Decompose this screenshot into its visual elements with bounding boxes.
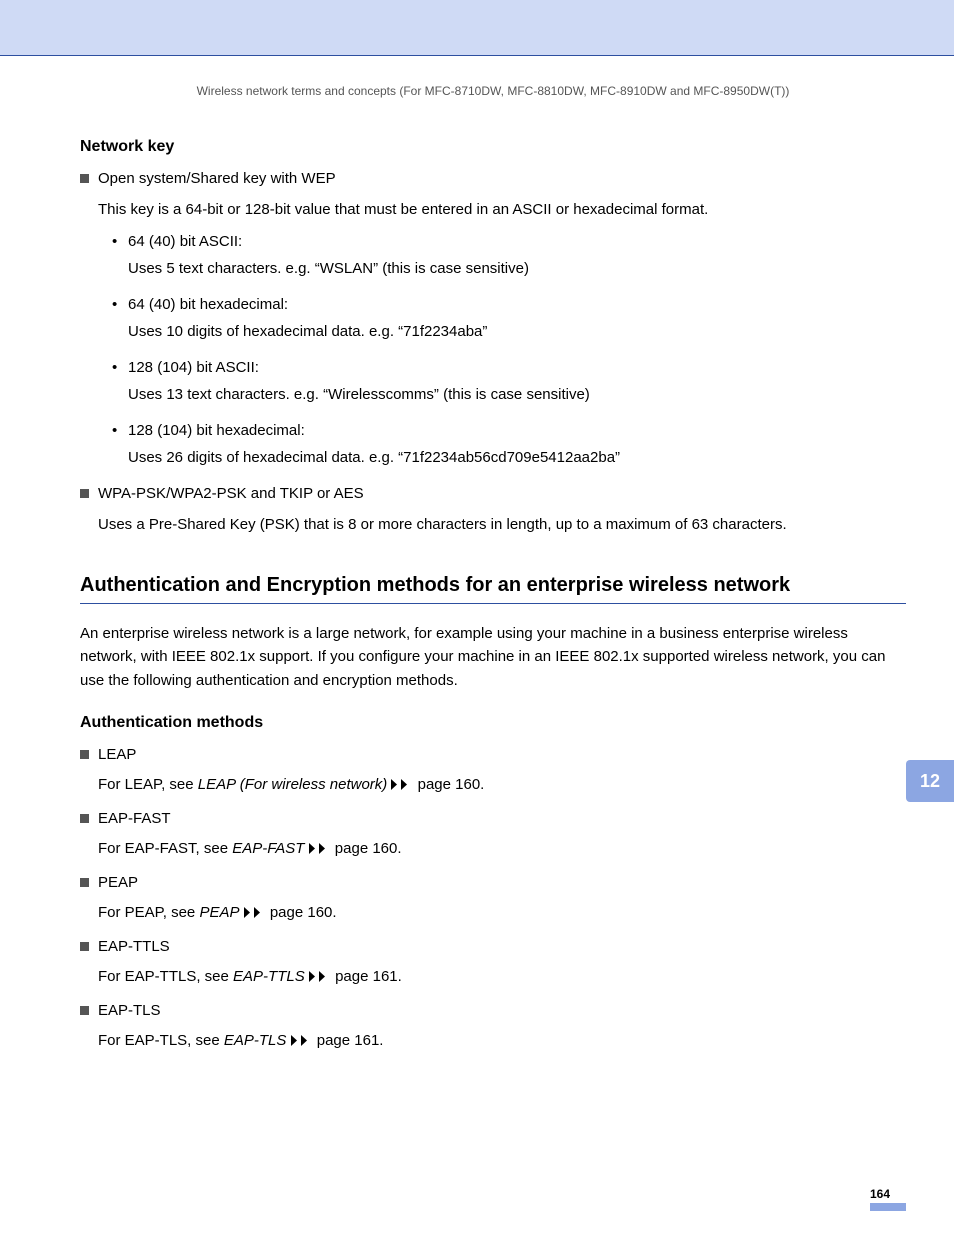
method-peap-pre: For PEAP, see <box>98 904 199 921</box>
method-eaptls-link[interactable]: EAP-TLS <box>224 1032 287 1049</box>
method-eapttls-pre: For EAP-TTLS, see <box>98 968 233 985</box>
method-peap-body: For PEAP, see PEAP page 160. <box>98 902 906 926</box>
top-banner <box>0 0 954 56</box>
page-number: 164 <box>870 1187 906 1201</box>
sub-64-hex-body: Uses 10 digits of hexadecimal data. e.g.… <box>128 321 906 344</box>
chapter-tab[interactable]: 12 <box>906 760 954 802</box>
crossref-arrows-icon <box>291 1031 313 1054</box>
method-eaptls-body: For EAP-TLS, see EAP-TLS page 161. <box>98 1030 906 1054</box>
running-header: Wireless network terms and concepts (For… <box>80 84 906 98</box>
method-peap-link[interactable]: PEAP <box>199 904 239 921</box>
page-number-bar <box>870 1203 906 1211</box>
crossref-arrows-icon <box>391 775 413 798</box>
sub-64-ascii-label: 64 (40) bit ASCII: <box>112 231 906 254</box>
sub-128-hex-body: Uses 26 digits of hexadecimal data. e.g.… <box>128 447 906 470</box>
sub-128-ascii-label: 128 (104) bit ASCII: <box>112 357 906 380</box>
bullet-open-system: Open system/Shared key with WEP <box>80 168 906 191</box>
method-leap-name: LEAP <box>80 744 906 767</box>
sub-64-ascii-body: Uses 5 text characters. e.g. “WSLAN” (th… <box>128 258 906 281</box>
sub-128-ascii-body: Uses 13 text characters. e.g. “Wirelessc… <box>128 384 906 407</box>
method-eapfast-page: page 160. <box>331 840 402 857</box>
bullet-wpa-psk: WPA-PSK/WPA2-PSK and TKIP or AES <box>80 483 906 506</box>
sub-128-hex-label: 128 (104) bit hexadecimal: <box>112 420 906 443</box>
method-leap-pre: For LEAP, see <box>98 776 198 793</box>
crossref-arrows-icon <box>309 839 331 862</box>
method-eapttls-body: For EAP-TTLS, see EAP-TTLS page 161. <box>98 966 906 990</box>
method-leap-page: page 160. <box>413 776 484 793</box>
method-peap-name: PEAP <box>80 872 906 895</box>
heading-enterprise: Authentication and Encryption methods fo… <box>80 574 906 597</box>
wpa-psk-body: Uses a Pre-Shared Key (PSK) that is 8 or… <box>98 514 906 537</box>
method-eapfast-link[interactable]: EAP-FAST <box>232 840 304 857</box>
method-peap-page: page 160. <box>266 904 337 921</box>
method-eapttls-link[interactable]: EAP-TTLS <box>233 968 305 985</box>
sub-64-hex-label: 64 (40) bit hexadecimal: <box>112 294 906 317</box>
crossref-arrows-icon <box>309 967 331 990</box>
crossref-arrows-icon <box>244 903 266 926</box>
method-eapttls-name: EAP-TTLS <box>80 936 906 959</box>
heading-rule <box>80 603 906 604</box>
method-leap-body: For LEAP, see LEAP (For wireless network… <box>98 774 906 798</box>
heading-network-key: Network key <box>80 138 906 156</box>
method-eapfast-name: EAP-FAST <box>80 808 906 831</box>
page-body: Wireless network terms and concepts (For… <box>0 56 954 1054</box>
open-system-intro: This key is a 64-bit or 128-bit value th… <box>98 199 906 222</box>
page-number-wrap: 164 <box>870 1187 906 1211</box>
method-eaptls-page: page 161. <box>313 1032 384 1049</box>
enterprise-intro: An enterprise wireless network is a larg… <box>80 622 906 692</box>
heading-auth-methods: Authentication methods <box>80 714 906 732</box>
method-eaptls-pre: For EAP-TLS, see <box>98 1032 224 1049</box>
method-eapfast-body: For EAP-FAST, see EAP-FAST page 160. <box>98 838 906 862</box>
method-leap-link[interactable]: LEAP (For wireless network) <box>198 776 388 793</box>
method-eapttls-page: page 161. <box>331 968 402 985</box>
method-eapfast-pre: For EAP-FAST, see <box>98 840 232 857</box>
method-eaptls-name: EAP-TLS <box>80 1000 906 1023</box>
